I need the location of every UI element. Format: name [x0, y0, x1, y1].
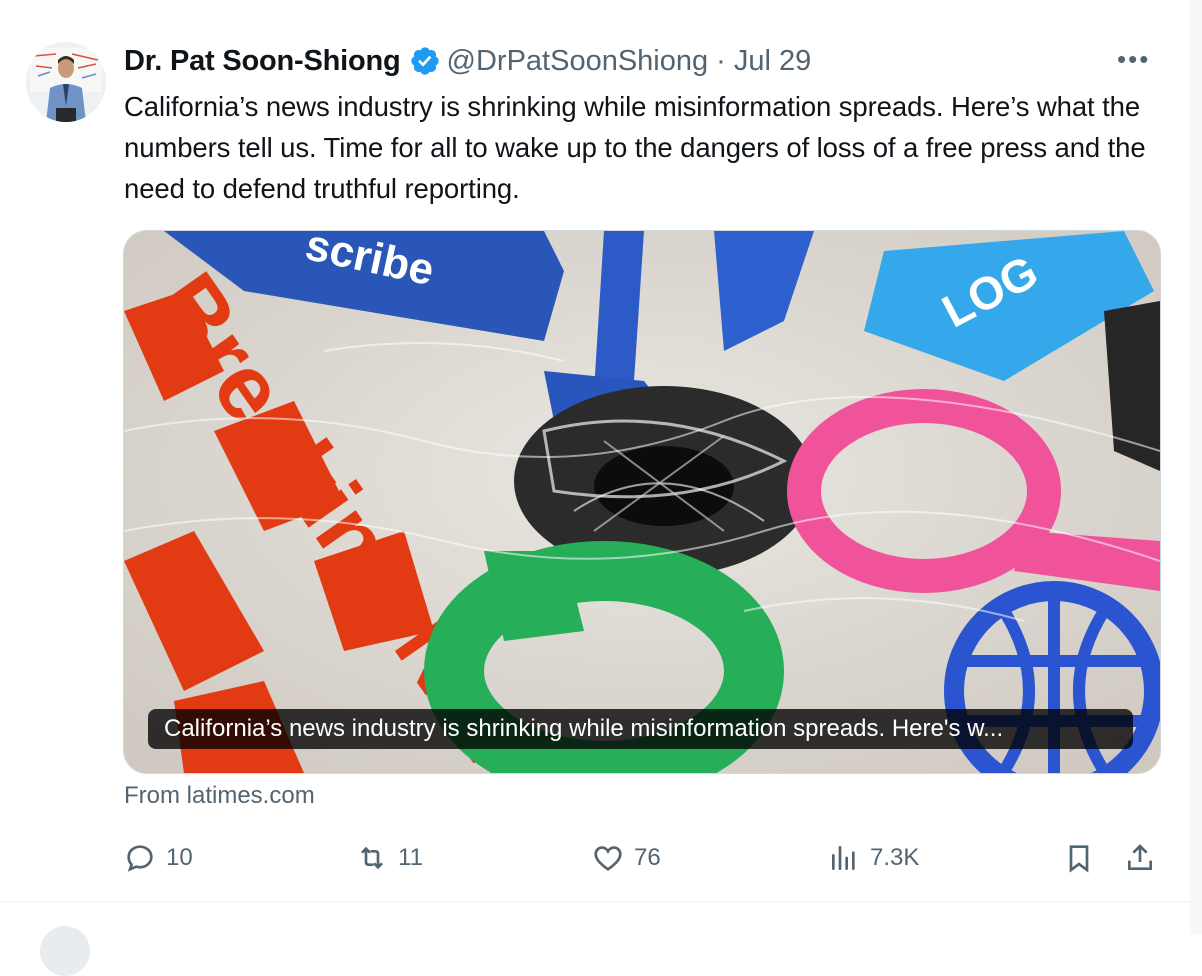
avatar-image — [26, 42, 106, 122]
views-button[interactable]: 7.3K — [828, 838, 919, 878]
author-name[interactable]: Dr. Pat Soon-Shiong — [124, 45, 401, 78]
verified-badge-icon[interactable] — [409, 45, 441, 77]
views-icon — [832, 846, 855, 870]
media-caption: California’s news industry is shrinking … — [148, 709, 1133, 749]
author-handle-and-time[interactable]: @DrPatSoonShiong · Jul 29 — [447, 45, 812, 78]
bookmark-icon — [1069, 845, 1089, 873]
tweet-text: California’s news industry is shrinking … — [124, 91, 1146, 204]
reply-icon — [127, 845, 153, 872]
tweet-header: Dr. Pat Soon-Shiong @DrPatSoonShiong · J… — [124, 42, 811, 80]
like-button[interactable]: 76 — [592, 838, 661, 878]
tweet-divider — [0, 901, 1190, 902]
repost-count: 11 — [398, 844, 423, 871]
link-source[interactable]: From latimes.com — [124, 782, 315, 810]
link-card-media[interactable]: scribe LOG Breaking News California’s ne… — [123, 230, 1161, 774]
like-count: 76 — [634, 844, 661, 871]
more-icon[interactable]: ••• — [1117, 46, 1150, 72]
views-count: 7.3K — [870, 844, 920, 871]
author-avatar[interactable] — [26, 42, 106, 122]
article-image: scribe LOG Breaking News — [124, 231, 1160, 773]
bookmark-button[interactable] — [1063, 838, 1095, 878]
reply-count: 10 — [166, 844, 193, 871]
repost-button[interactable]: 11 — [356, 838, 423, 878]
repost-icon — [361, 846, 383, 870]
reply-button[interactable]: 10 — [124, 838, 193, 878]
like-icon — [594, 846, 622, 871]
share-icon — [1128, 844, 1152, 870]
right-background — [1190, 0, 1202, 934]
tweet[interactable]: Dr. Pat Soon-Shiong @DrPatSoonShiong · J… — [0, 0, 1190, 901]
share-button[interactable] — [1124, 838, 1156, 878]
